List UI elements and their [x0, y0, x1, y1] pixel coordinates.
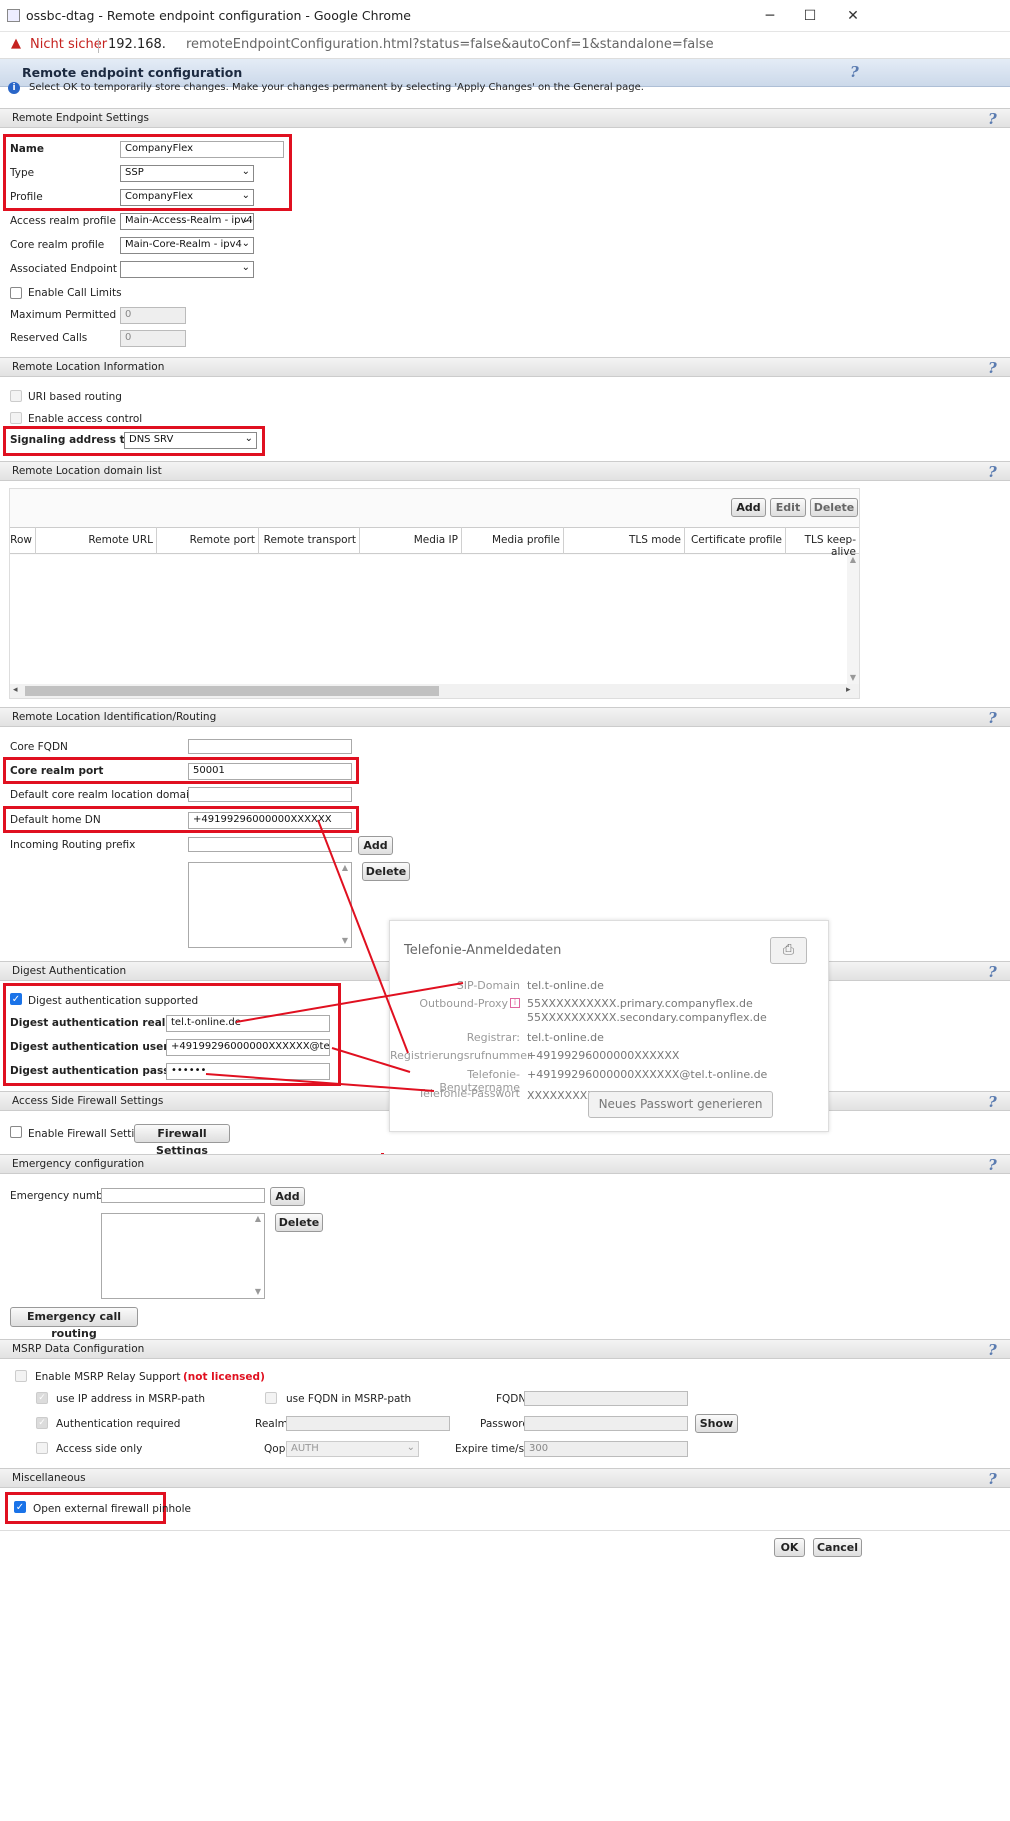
- annotation-line: [331, 1047, 411, 1073]
- annotation-line: [235, 982, 464, 1023]
- annotation-line: [317, 819, 409, 1054]
- annotation-line: [205, 1073, 435, 1092]
- annotation-lines: [205, 819, 464, 1092]
